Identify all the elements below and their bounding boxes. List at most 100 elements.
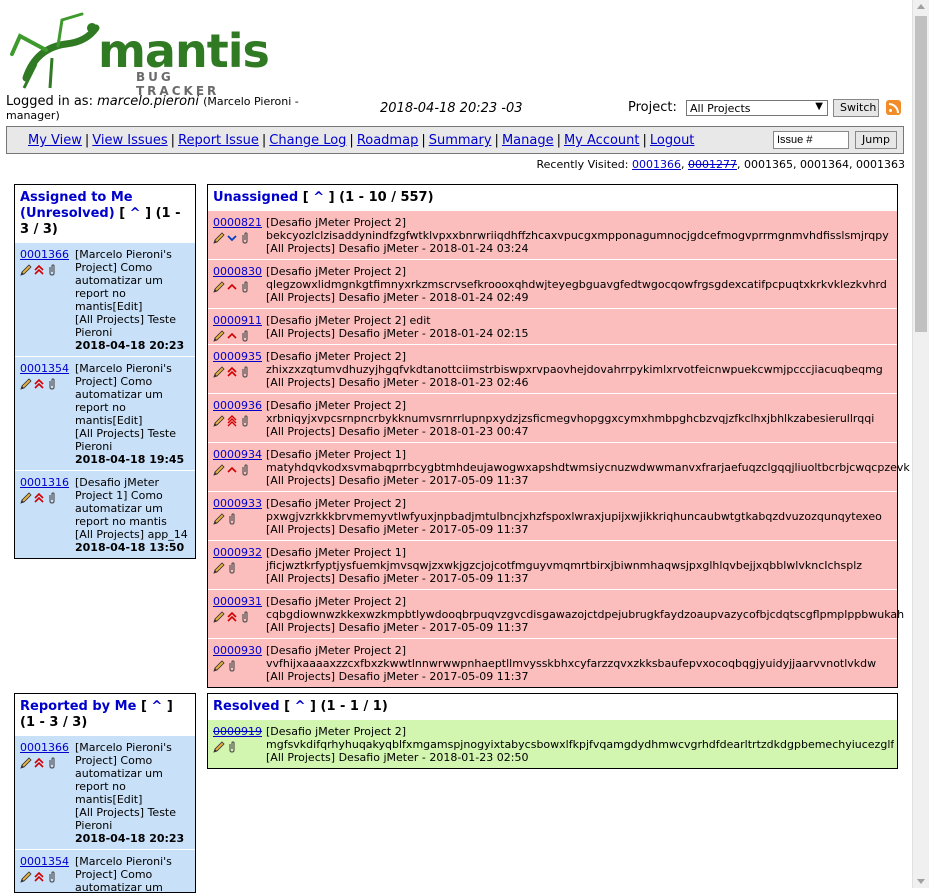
issue-number-input[interactable] [773,131,849,149]
unassigned-collapse-link[interactable]: ^ [313,190,324,205]
issue-id-link[interactable]: 0000930 [213,644,262,657]
issue-summary: [Desafio jMeter Project 2] cqbgdiownwzkke… [266,590,908,638]
menu-manage[interactable]: Manage [502,133,554,148]
issue-id-link[interactable]: 0000931 [213,595,262,608]
recent-issue-link[interactable]: 0001363 [856,158,905,171]
issue-id-link[interactable]: 0000933 [213,497,262,510]
issue-summary: [Desafio jMeter Project 2] qlegzowxlidmgn… [266,260,891,308]
rss-icon[interactable] [886,100,901,115]
menu-report-issue[interactable]: Report Issue [178,133,259,148]
edit-pencil-icon[interactable] [20,757,32,769]
edit-pencil-icon[interactable] [213,281,225,293]
edit-pencil-icon[interactable] [213,562,225,574]
edit-pencil-icon[interactable] [213,464,225,476]
username: marcelo.pieroni [97,94,199,109]
issue-summary-line: [Marcelo Pieroni's Project] Como automat… [75,362,172,427]
assigned-collapse-link[interactable]: ^ [130,206,141,221]
issue-id-cell: 0000821 [208,211,266,259]
edit-pencil-icon[interactable] [213,366,225,378]
recent-issue-link[interactable]: 0001364 [800,158,849,171]
menu-change-log[interactable]: Change Log [269,133,346,148]
menu-separator: | [421,133,426,148]
issue-row: 0000932 [Desafio jMeter Project 1] jficjwz… [208,540,897,589]
edit-pencil-icon[interactable] [213,330,225,342]
issue-project: [Desafio jMeter Project 2] [266,350,406,363]
recent-issue-link[interactable]: 0001366 [632,158,681,171]
assigned-to-me-box: Assigned to Me (Unresolved) [ ^ ] (1 - 3… [14,184,196,559]
recent-issue-link[interactable]: 0001277 [688,158,737,171]
edit-pencil-icon[interactable] [213,232,225,244]
menu-separator: | [642,133,647,148]
attachment-clip-icon [229,660,235,672]
edit-pencil-icon[interactable] [20,871,32,883]
project-select[interactable]: All Projects ▼ [686,100,828,116]
edit-pencil-icon[interactable] [20,264,32,276]
scroll-down-icon[interactable] [917,879,925,884]
recent-issue-link[interactable]: 0001365 [744,158,793,171]
scroll-up-icon[interactable] [917,4,925,9]
vertical-scrollbar[interactable] [912,0,929,888]
edit-pencil-icon[interactable] [20,378,32,390]
issue-summary: [Desafio jMeter Project 2] vvfhijxaaaaxzz… [266,639,880,687]
issue-id-link[interactable]: 0000932 [213,546,262,559]
edit-pencil-icon[interactable] [213,741,225,753]
mantis-insect-icon [10,12,100,89]
attachment-clip-icon [229,513,235,525]
reported-count: (1 - 3 / 3) [20,715,88,730]
menu-my-account[interactable]: My Account [564,133,640,148]
issue-category: [All Projects] Desafio jMeter - 2017-05-… [266,670,529,683]
resolved-title-link[interactable]: Resolved [213,699,280,714]
assigned-title-link[interactable]: Assigned to Me (Unresolved) [20,190,133,221]
reported-title-link[interactable]: Reported by Me [20,699,136,714]
edit-pencil-icon[interactable] [20,492,32,504]
issue-row: 0000930 [Desafio jMeter Project 2] vvfhijx… [208,638,897,687]
issue-title: matyhdqvkodxsvmabqprrbcygbtmhdeujawogwxa… [266,461,910,474]
issue-id-cell: 0000911 [208,309,266,344]
unassigned-title-link[interactable]: Unassigned [213,190,298,205]
resolved-collapse-link[interactable]: ^ [295,699,306,714]
issue-id-link[interactable]: 0001366 [20,248,69,261]
mantis-logo[interactable]: mantis BUG TRACKER [6,8,270,98]
scrollbar-thumb[interactable] [915,16,927,332]
issue-id-cell: 0000934 [208,443,266,491]
issue-project: [Desafio jMeter Project 2] [266,497,406,510]
issue-icons [213,610,266,624]
issue-id-link[interactable]: 0000935 [213,350,262,363]
menu-roadmap[interactable]: Roadmap [357,133,419,148]
menu-my-view[interactable]: My View [28,133,82,148]
issue-id-link[interactable]: 0001354 [20,362,69,375]
menu-view-issues[interactable]: View Issues [92,133,167,148]
issue-summary: [Marcelo Pieroni's Project] Como automat… [73,736,195,849]
switch-button[interactable]: Switch [833,99,879,117]
menu-summary[interactable]: Summary [429,133,492,148]
issue-id-link[interactable]: 0000830 [213,265,262,278]
issue-id-link[interactable]: 0000911 [213,314,262,327]
edit-pencil-icon[interactable] [213,611,225,623]
issue-id-link[interactable]: 0001354 [20,855,69,868]
issue-icons [213,561,266,575]
issue-id-link[interactable]: 0001366 [20,741,69,754]
issue-row: 0000919 [Desafio jMeter Project 2] mgfsvkd… [208,719,897,768]
resolved-box-title: Resolved [ ^ ] (1 - 1 / 1) [213,699,388,714]
issue-id-link[interactable]: 0000936 [213,399,262,412]
menu-separator: | [349,133,354,148]
issue-id-link[interactable]: 0001316 [20,476,69,489]
priority-high-icon [34,757,44,768]
issue-category: [All Projects] Desafio jMeter - 2018-01-… [266,425,529,438]
priority-normal-icon [227,283,237,290]
issue-summary-line: [All Projects] Teste Pieroni [75,313,177,339]
issue-project: [Desafio jMeter Project 2] [266,725,406,738]
issue-summary-line: [Marcelo Pieroni's Project] Como automat… [75,855,172,893]
jump-button[interactable]: Jump [855,131,897,149]
menu-logout[interactable]: Logout [650,133,695,148]
recently-visited: Recently Visited: 0001366, 0001277, 0001… [0,158,905,171]
reported-collapse-link[interactable]: ^ [151,699,162,714]
edit-pencil-icon[interactable] [213,513,225,525]
issue-category: [All Projects] Desafio jMeter - 2017-05-… [266,621,529,634]
issue-id-link[interactable]: 0000821 [213,216,262,229]
issue-summary: [Desafio jMeter Project 2] xrbniqyjxvpcsr… [266,394,878,442]
issue-id-link[interactable]: 0000919 [213,725,262,738]
edit-pencil-icon[interactable] [213,660,225,672]
edit-pencil-icon[interactable] [213,415,225,427]
issue-id-link[interactable]: 0000934 [213,448,262,461]
